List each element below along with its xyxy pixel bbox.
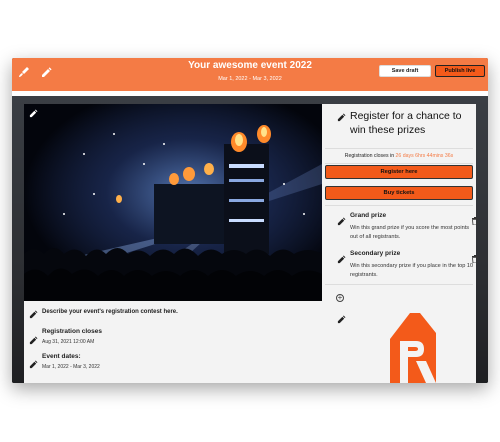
contest-details-panel: Describe your event's registration conte… — [24, 301, 322, 383]
publish-live-button[interactable]: Publish live — [435, 65, 485, 77]
event-dates-value: Mar 1, 2022 - Mar 3, 2022 — [42, 364, 100, 370]
buy-tickets-button[interactable]: Buy tickets — [325, 186, 473, 200]
contest-description[interactable]: Describe your event's registration conte… — [42, 309, 178, 315]
event-banner-image[interactable] — [24, 104, 322, 301]
registration-closes-label: Registration closes — [42, 328, 102, 335]
header-bar: Your awesome event 2022 Mar 1, 2022 - Ma… — [12, 58, 488, 91]
prize-name[interactable]: Grand prize — [350, 212, 386, 219]
event-editor-window: Your awesome event 2022 Mar 1, 2022 - Ma… — [12, 58, 488, 383]
event-dates-label: Event dates: — [42, 353, 81, 360]
countdown-value: 26 days 6hrs 44mins 36s — [395, 153, 454, 159]
registration-closes-value: Aug 31, 2021 12:00 AM — [42, 339, 95, 345]
pencil-icon[interactable] — [336, 112, 346, 122]
prizes-heading[interactable]: Register for a chance to win these prize… — [350, 109, 474, 137]
trash-icon[interactable] — [471, 212, 479, 226]
pencil-icon[interactable] — [28, 108, 38, 118]
prize-description[interactable]: Win this grand prize if you score the mo… — [350, 224, 474, 241]
pencil-icon[interactable] — [28, 359, 38, 369]
prize-name[interactable]: Secondary prize — [350, 250, 400, 257]
pencil-icon[interactable] — [336, 314, 346, 324]
pencil-icon[interactable] — [336, 254, 346, 264]
register-button[interactable]: Register here — [325, 165, 473, 179]
prize-description[interactable]: Win this secondary prize if you place in… — [350, 262, 474, 279]
registration-countdown: Registration closes in 26 days 6hrs 44mi… — [325, 148, 473, 164]
divider — [325, 284, 473, 285]
save-draft-button[interactable]: Save draft — [379, 65, 431, 77]
sponsor-logo[interactable] — [390, 313, 436, 383]
pencil-icon[interactable] — [28, 309, 38, 319]
plus-circle-icon[interactable]: + — [336, 294, 344, 302]
pencil-icon[interactable] — [28, 335, 38, 345]
trash-icon[interactable] — [471, 250, 479, 264]
pencil-icon[interactable] — [336, 216, 346, 226]
countdown-prefix: Registration closes in — [344, 153, 396, 159]
divider — [325, 205, 473, 206]
